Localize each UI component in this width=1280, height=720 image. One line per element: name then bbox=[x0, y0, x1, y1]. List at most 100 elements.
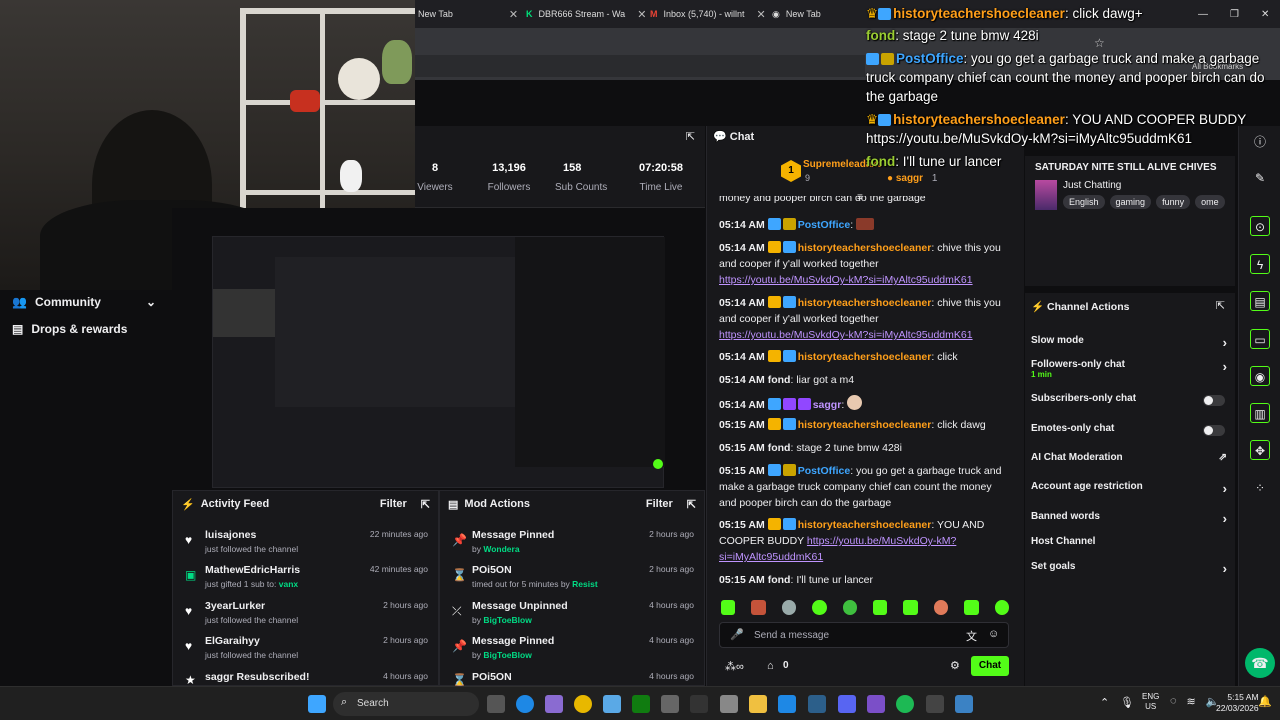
chat-link[interactable]: https://youtu.be/MuSvkdOy-kM?si=iMyAltc9… bbox=[719, 329, 973, 341]
chat-user[interactable]: historyteachershoecleaner bbox=[798, 242, 932, 254]
target-icon[interactable]: ⊙ bbox=[1250, 216, 1270, 236]
emote-icon[interactable] bbox=[751, 600, 766, 615]
close-icon[interactable]: ✕ bbox=[637, 8, 646, 21]
tray-chevron-icon[interactable]: ⌃ bbox=[1100, 696, 1109, 709]
emoji-icon[interactable]: ☺ bbox=[988, 628, 999, 640]
telegram-icon[interactable] bbox=[603, 695, 621, 713]
emote-icon[interactable] bbox=[842, 600, 858, 615]
action-subscribers-only[interactable]: Subscribers-only chat bbox=[1031, 393, 1227, 406]
emote-icon[interactable] bbox=[812, 600, 827, 615]
activity-highlight[interactable]: vanx bbox=[279, 579, 298, 589]
activity-filter-button[interactable]: Filter bbox=[380, 498, 407, 510]
chat-user[interactable]: historyteachershoecleaner bbox=[798, 519, 932, 531]
chat-user[interactable]: PostOffice bbox=[798, 465, 851, 477]
popout-icon[interactable]: ⇱ bbox=[687, 498, 696, 511]
chat-user[interactable]: historyteachershoecleaner bbox=[798, 419, 932, 431]
action-slow-mode[interactable]: Slow mode › bbox=[1031, 335, 1227, 350]
tag[interactable]: ome bbox=[1195, 195, 1225, 209]
emote-icon[interactable] bbox=[873, 600, 888, 615]
category-name[interactable]: Just Chatting bbox=[1063, 180, 1121, 191]
pin-toggle-icon[interactable]: ≡ bbox=[857, 192, 863, 203]
action-set-goals[interactable]: Set goals › bbox=[1031, 561, 1227, 576]
category-thumbnail[interactable] bbox=[1035, 180, 1057, 210]
tab-new-tab-2[interactable]: ◉ New Tab bbox=[772, 4, 821, 24]
tag[interactable]: funny bbox=[1156, 195, 1191, 209]
app-icon[interactable] bbox=[926, 695, 944, 713]
gift-icon[interactable]: ⌂ bbox=[767, 660, 774, 672]
wrench-icon[interactable]: ✥ bbox=[1250, 440, 1270, 460]
chat-settings-icon[interactable]: ⚙ bbox=[950, 659, 960, 672]
xbox-icon[interactable] bbox=[632, 695, 650, 713]
emote-icon[interactable] bbox=[933, 600, 949, 615]
settings-dots-icon[interactable]: ⁘ bbox=[1250, 478, 1270, 498]
mod-action-name[interactable]: POi5ON bbox=[472, 671, 512, 683]
activity-name[interactable]: ElGaraihyy bbox=[205, 635, 260, 647]
translate-icon[interactable]: 文 bbox=[966, 628, 977, 644]
broadcast-icon[interactable]: ◉ bbox=[1250, 366, 1270, 386]
discord-icon[interactable] bbox=[838, 695, 856, 713]
edge-icon[interactable] bbox=[516, 695, 534, 713]
chat-user[interactable]: historyteachershoecleaner bbox=[798, 297, 932, 309]
app-icon[interactable] bbox=[545, 695, 563, 713]
emote-icon[interactable] bbox=[994, 600, 1010, 615]
action-emotes-only[interactable]: Emotes-only chat bbox=[1031, 423, 1227, 436]
mod-highlight[interactable]: BigToeBlow bbox=[483, 615, 531, 625]
nav-drops[interactable]: ▤ Drops & rewards bbox=[12, 322, 127, 336]
app-icon[interactable] bbox=[690, 695, 708, 713]
emote-icon[interactable] bbox=[781, 600, 797, 615]
headset-icon[interactable]: ◌ bbox=[1170, 695, 1177, 708]
clock[interactable]: 5:15 AM 22/03/2026 bbox=[1216, 692, 1259, 714]
task-view-icon[interactable] bbox=[487, 695, 505, 713]
notification-bell-icon[interactable]: 🔔 bbox=[1258, 695, 1272, 708]
activity-name[interactable]: luisajones bbox=[205, 529, 256, 541]
mic-icon[interactable]: 🎙 bbox=[1120, 696, 1134, 709]
chat-input[interactable]: 🎤 Send a message 文 ☺ bbox=[719, 622, 1009, 648]
tab-inbox[interactable]: M Inbox (5,740) - willnt ✕ bbox=[650, 4, 766, 24]
chat-user[interactable]: PostOffice bbox=[798, 219, 851, 231]
toggle-switch[interactable] bbox=[1203, 425, 1225, 436]
action-banned-words[interactable]: Banned words › bbox=[1031, 511, 1227, 526]
nav-community[interactable]: 👥 Community ⌄ bbox=[12, 295, 156, 309]
close-icon[interactable]: ✕ bbox=[757, 8, 766, 21]
activity-name[interactable]: saggr Resubscribed! bbox=[205, 671, 309, 683]
app-icon[interactable] bbox=[808, 695, 826, 713]
taskbar-search[interactable]: ⌕ Search bbox=[333, 692, 479, 716]
mod-filter-button[interactable]: Filter bbox=[646, 498, 673, 510]
action-account-age[interactable]: Account age restriction › bbox=[1031, 481, 1227, 496]
file-explorer-icon[interactable] bbox=[749, 695, 767, 713]
close-icon[interactable]: ✕ bbox=[509, 8, 518, 21]
popout-icon[interactable]: ⇱ bbox=[686, 130, 695, 143]
layout-icon[interactable]: ▥ bbox=[1250, 403, 1270, 423]
action-followers-only[interactable]: Followers-only chat 1 min › bbox=[1031, 359, 1227, 379]
spotify-icon[interactable] bbox=[896, 695, 914, 713]
lightning-icon[interactable]: ϟ bbox=[1250, 254, 1270, 274]
emote-icon[interactable] bbox=[721, 600, 736, 615]
stream-preview-video[interactable] bbox=[212, 236, 665, 488]
toggle-switch[interactable] bbox=[1203, 395, 1225, 406]
tab-new-tab-1[interactable]: New Tab ✕ bbox=[418, 4, 518, 24]
mod-highlight[interactable]: BigToeBlow bbox=[483, 650, 531, 660]
popout-icon[interactable]: ⇱ bbox=[1216, 299, 1225, 312]
chat-user[interactable]: fond bbox=[768, 374, 791, 386]
document-icon[interactable]: ▤ bbox=[1250, 291, 1270, 311]
settings-icon[interactable] bbox=[720, 695, 738, 713]
leaderboard-name-2[interactable]: ● saggr 1 bbox=[887, 173, 937, 184]
app-icon[interactable] bbox=[867, 695, 885, 713]
mic-icon[interactable]: 🎤 bbox=[730, 628, 744, 641]
chat-bubble-icon[interactable]: ▭ bbox=[1250, 329, 1270, 349]
tab-dbr666-stream[interactable]: K DBR666 Stream - Wa ✕ bbox=[526, 4, 646, 24]
help-chat-icon[interactable]: ☎ bbox=[1245, 648, 1275, 678]
emote-icon[interactable] bbox=[903, 600, 918, 615]
chat-user[interactable]: fond bbox=[768, 442, 791, 454]
chat-user[interactable]: fond bbox=[768, 574, 791, 586]
app-icon[interactable] bbox=[661, 695, 679, 713]
mod-action-name[interactable]: POi5ON bbox=[472, 564, 512, 576]
emote-icon[interactable] bbox=[964, 600, 979, 615]
activity-name[interactable]: MathewEdricHarris bbox=[205, 564, 300, 576]
action-ai-moderation[interactable]: AI Chat Moderation ⇗ bbox=[1031, 452, 1227, 463]
popout-icon[interactable]: ⇱ bbox=[421, 498, 430, 511]
wifi-icon[interactable]: ≋ bbox=[1187, 695, 1196, 708]
activity-name[interactable]: 3yearLurker bbox=[205, 600, 265, 612]
chat-link[interactable]: https://youtu.be/MuSvkdOy-kM?si=iMyAltc9… bbox=[719, 274, 973, 286]
windows-start-icon[interactable] bbox=[308, 695, 326, 713]
